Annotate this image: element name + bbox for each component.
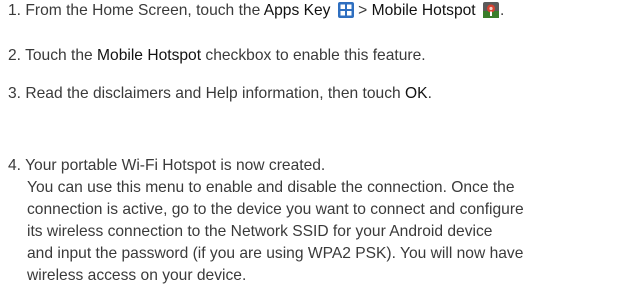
step-4: 4. Your portable Wi-Fi Hotspot is now cr…: [8, 155, 629, 287]
step-text: Your portable Wi-Fi Hotspot is now creat…: [25, 157, 326, 174]
description-line: You can use this menu to enable and disa…: [27, 179, 515, 196]
mobile-hotspot-icon: [482, 2, 499, 18]
step-text: Read the disclaimers and Help informatio…: [25, 85, 401, 102]
description-line: wireless access on your device.: [27, 267, 247, 284]
separator: >: [358, 2, 368, 19]
step-end: .: [499, 2, 505, 19]
mobile-hotspot-label: Mobile Hotspot: [97, 47, 202, 64]
step-number: 3.: [8, 85, 22, 102]
step-number: 4.: [8, 157, 22, 174]
step-number: 1.: [8, 2, 22, 19]
mobile-hotspot-label: Mobile Hotspot: [371, 2, 476, 19]
step-text: checkbox to enable this feature.: [205, 47, 426, 64]
step-text: Touch the: [25, 47, 93, 64]
apps-grid-icon: [337, 2, 354, 18]
description-line: connection is active, go to the device y…: [27, 201, 524, 218]
step-1: 1. From the Home Screen, touch the Apps …: [8, 0, 629, 22]
step-end: .: [427, 85, 432, 102]
apps-key-label: Apps Key: [263, 2, 331, 19]
ok-label: OK: [405, 85, 428, 102]
step-number: 2.: [8, 47, 22, 64]
step-text: From the Home Screen, touch the: [25, 2, 261, 19]
step-3: 3. Read the disclaimers and Help informa…: [8, 83, 629, 105]
step-2: 2. Touch the Mobile Hotspot checkbox to …: [8, 45, 629, 67]
description-line: its wireless connection to the Network S…: [27, 223, 493, 240]
description-line: and input the password (if you are using…: [27, 245, 524, 262]
